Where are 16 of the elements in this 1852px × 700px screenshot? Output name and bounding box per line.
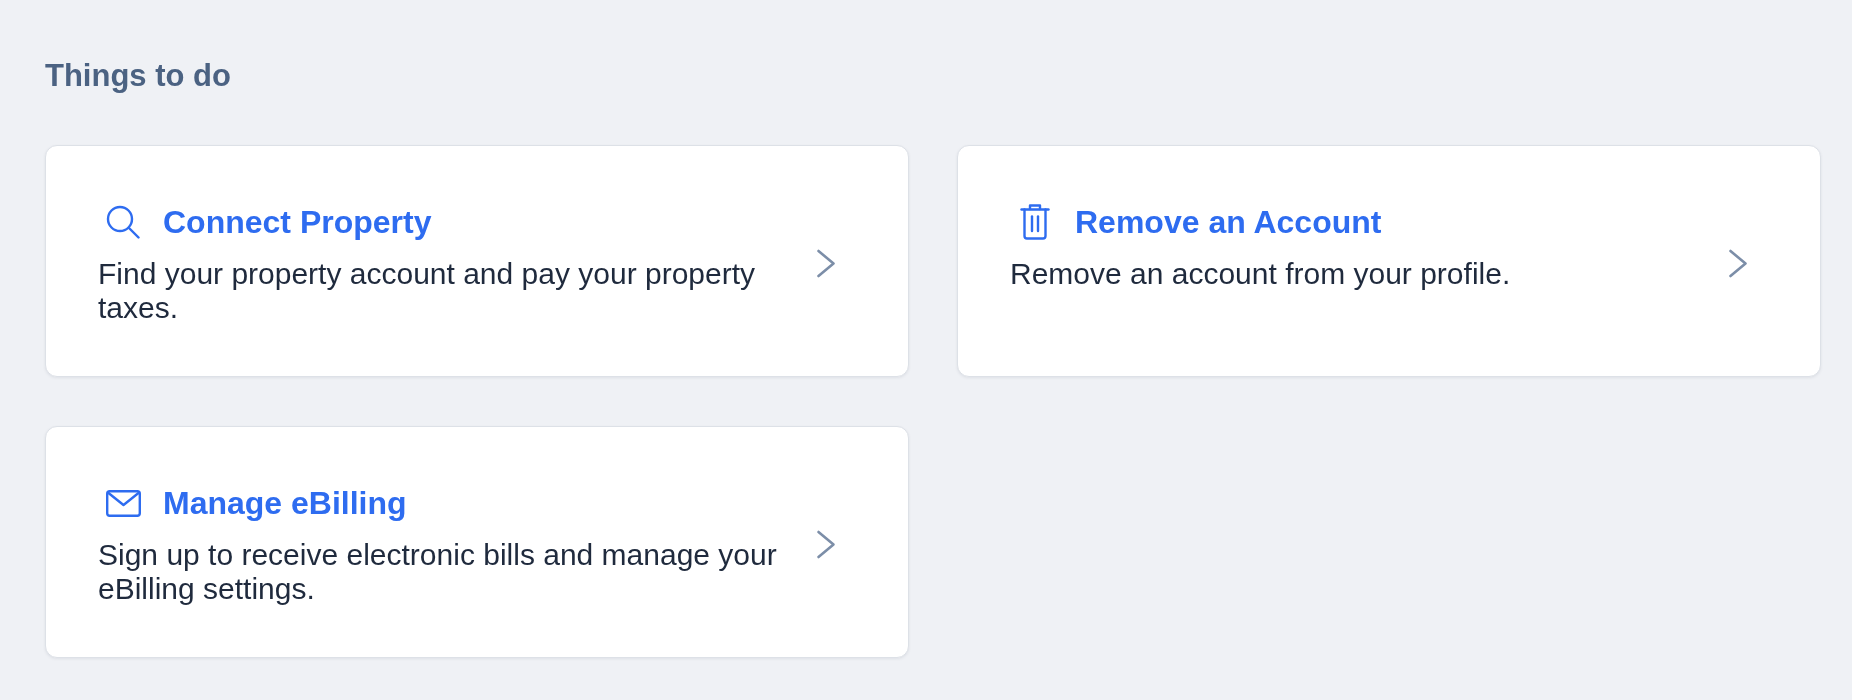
card-title: Connect Property <box>163 203 432 242</box>
trash-icon <box>1020 204 1050 240</box>
card-description: Find your property account and pay your property taxes. <box>98 257 757 325</box>
card-title: Manage eBilling <box>163 484 407 523</box>
action-card[interactable]: Connect Property Find your property account and pay your property taxes. <box>45 145 909 377</box>
envelope-icon <box>105 489 141 517</box>
chevron-right-icon <box>1728 249 1748 278</box>
search-icon <box>106 205 140 239</box>
action-card[interactable]: Manage eBilling Sign up to receive electronic bills and manage your eBilling settings. <box>45 426 909 658</box>
chevron-right-icon <box>816 530 836 559</box>
action-card[interactable]: Remove an Account Remove an account from your profile. <box>957 145 1821 377</box>
section-heading: Things to do <box>45 57 231 95</box>
card-description: Sign up to receive electronic bills and manage your eBilling settings. <box>98 538 778 606</box>
chevron-right-icon <box>816 249 836 278</box>
card-title: Remove an Account <box>1075 203 1382 242</box>
card-description: Remove an account from your profile. <box>1010 257 1512 291</box>
